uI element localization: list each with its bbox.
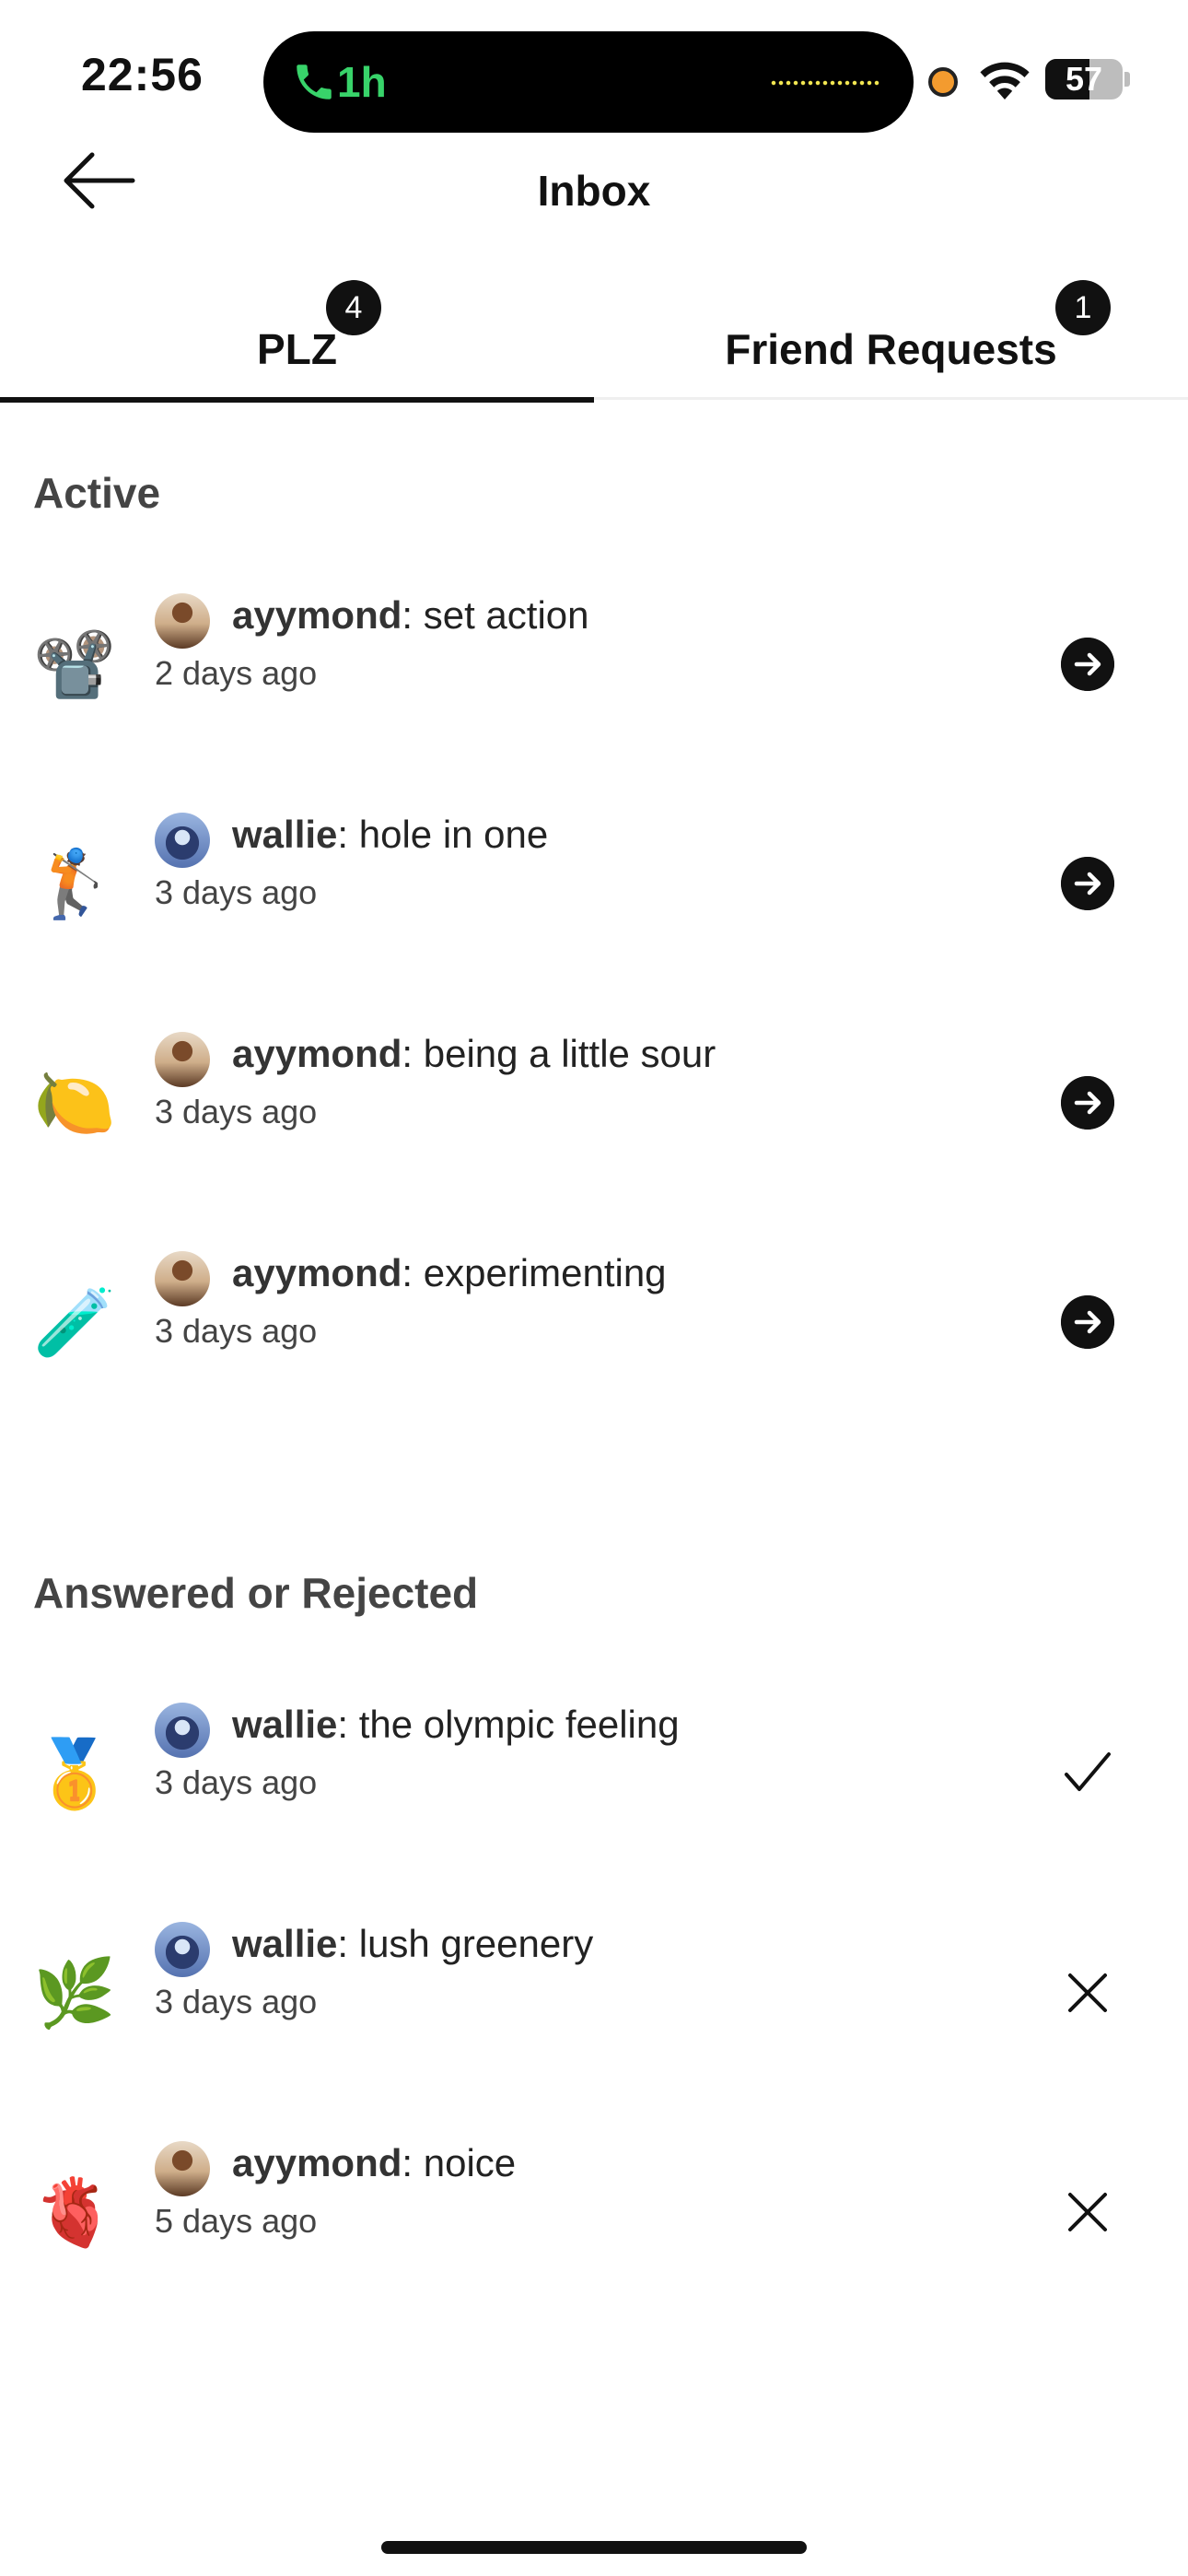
item-timestamp: 3 days ago [155, 1093, 318, 1130]
item-username: wallie [232, 813, 338, 856]
section-heading-active: Active [33, 469, 161, 517]
item-prompt: : set action [402, 593, 589, 637]
item-message: ayymond: noice [232, 2141, 516, 2185]
battery-cap [1124, 72, 1130, 87]
page-title: Inbox [537, 167, 651, 215]
tab-plz-label: PLZ [257, 325, 337, 373]
close-icon [1068, 2193, 1107, 2231]
test-tube-icon: 🧪 [33, 1286, 116, 1360]
audio-waveform [770, 79, 880, 87]
list-item[interactable]: 🥇 wallie: the olympic feeling 3 days ago [0, 1690, 1188, 1874]
check-icon [1065, 1752, 1111, 1791]
item-timestamp: 3 days ago [155, 873, 318, 911]
herb-icon: 🌿 [33, 1957, 116, 2031]
avatar [155, 813, 210, 868]
list-item[interactable]: 🧪 ayymond: experimenting 3 days ago [0, 1238, 1188, 1423]
phone-icon [297, 64, 332, 100]
arrow-right-icon[interactable] [1061, 857, 1114, 910]
arrow-right-icon[interactable] [1061, 638, 1114, 691]
arrow-right-icon[interactable] [1061, 1076, 1114, 1130]
tab-friend-requests-badge: 1 [1055, 280, 1111, 335]
home-indicator[interactable] [381, 2541, 807, 2554]
item-timestamp: 3 days ago [155, 1763, 318, 1801]
avatar [155, 2141, 210, 2196]
close-icon [1068, 1973, 1107, 2012]
item-timestamp: 3 days ago [155, 1983, 318, 2020]
item-prompt: : experimenting [402, 1251, 667, 1294]
dynamic-island-call[interactable]: 1h [263, 31, 914, 133]
tab-plz-badge: 4 [326, 280, 381, 335]
item-prompt: : lush greenery [337, 1922, 594, 1965]
tab-friend-requests[interactable]: Friend Requests 1 [594, 267, 1188, 400]
tab-friend-requests-label: Friend Requests [725, 325, 1057, 373]
avatar [155, 593, 210, 649]
avatar [155, 1922, 210, 1977]
item-username: ayymond [232, 593, 402, 637]
inbox-screen: 22:56 1h 57 Inbox PLZ 4 Friend Requests [0, 0, 1188, 2576]
avatar [155, 1703, 210, 1758]
list-item[interactable]: 📽️ ayymond: set action 2 days ago [0, 580, 1188, 765]
list-item[interactable]: 🫀 ayymond: noice 5 days ago [0, 2128, 1188, 2313]
item-message: ayymond: experimenting [232, 1251, 667, 1295]
item-timestamp: 5 days ago [155, 2202, 318, 2240]
item-prompt: : being a little sour [402, 1032, 716, 1075]
gold-medal-icon: 🥇 [33, 1738, 116, 1811]
item-username: wallie [232, 1922, 338, 1965]
call-duration: 1h [337, 58, 387, 106]
item-message: ayymond: being a little sour [232, 1032, 716, 1076]
lemon-icon: 🍋 [33, 1067, 116, 1141]
list-item[interactable]: 🌿 wallie: lush greenery 3 days ago [0, 1909, 1188, 2093]
item-message: ayymond: set action [232, 593, 589, 638]
item-message: wallie: hole in one [232, 813, 548, 857]
arrow-right-icon[interactable] [1061, 1295, 1114, 1349]
battery-level: 57 [1065, 60, 1103, 98]
status-time: 22:56 [81, 49, 204, 100]
avatar [155, 1251, 210, 1306]
item-prompt: : the olympic feeling [337, 1703, 680, 1746]
item-prompt: : hole in one [337, 813, 549, 856]
item-prompt: : noice [402, 2141, 517, 2184]
wifi-icon [980, 62, 1030, 100]
item-username: wallie [232, 1703, 338, 1746]
tab-bar: PLZ 4 Friend Requests 1 [0, 267, 1188, 403]
list-item[interactable]: 🍋 ayymond: being a little sour 3 days ag… [0, 1019, 1188, 1203]
avatar [155, 1032, 210, 1087]
item-username: ayymond [232, 1251, 402, 1294]
status-bar: 22:56 1h 57 [0, 0, 1188, 138]
item-username: ayymond [232, 1032, 402, 1075]
anatomical-heart-icon: 🫀 [33, 2176, 116, 2250]
golfer-icon: 🏌️ [33, 848, 116, 921]
privacy-indicator-dot [928, 67, 958, 97]
section-heading-answered: Answered or Rejected [33, 1569, 479, 1617]
item-timestamp: 2 days ago [155, 654, 318, 692]
item-message: wallie: the olympic feeling [232, 1703, 680, 1747]
item-message: wallie: lush greenery [232, 1922, 593, 1966]
film-projector-icon: 📽️ [33, 628, 116, 702]
tab-plz[interactable]: PLZ 4 [0, 267, 594, 403]
battery-indicator: 57 [1045, 59, 1123, 100]
item-timestamp: 3 days ago [155, 1312, 318, 1350]
list-item[interactable]: 🏌️ wallie: hole in one 3 days ago [0, 800, 1188, 984]
item-username: ayymond [232, 2141, 402, 2184]
